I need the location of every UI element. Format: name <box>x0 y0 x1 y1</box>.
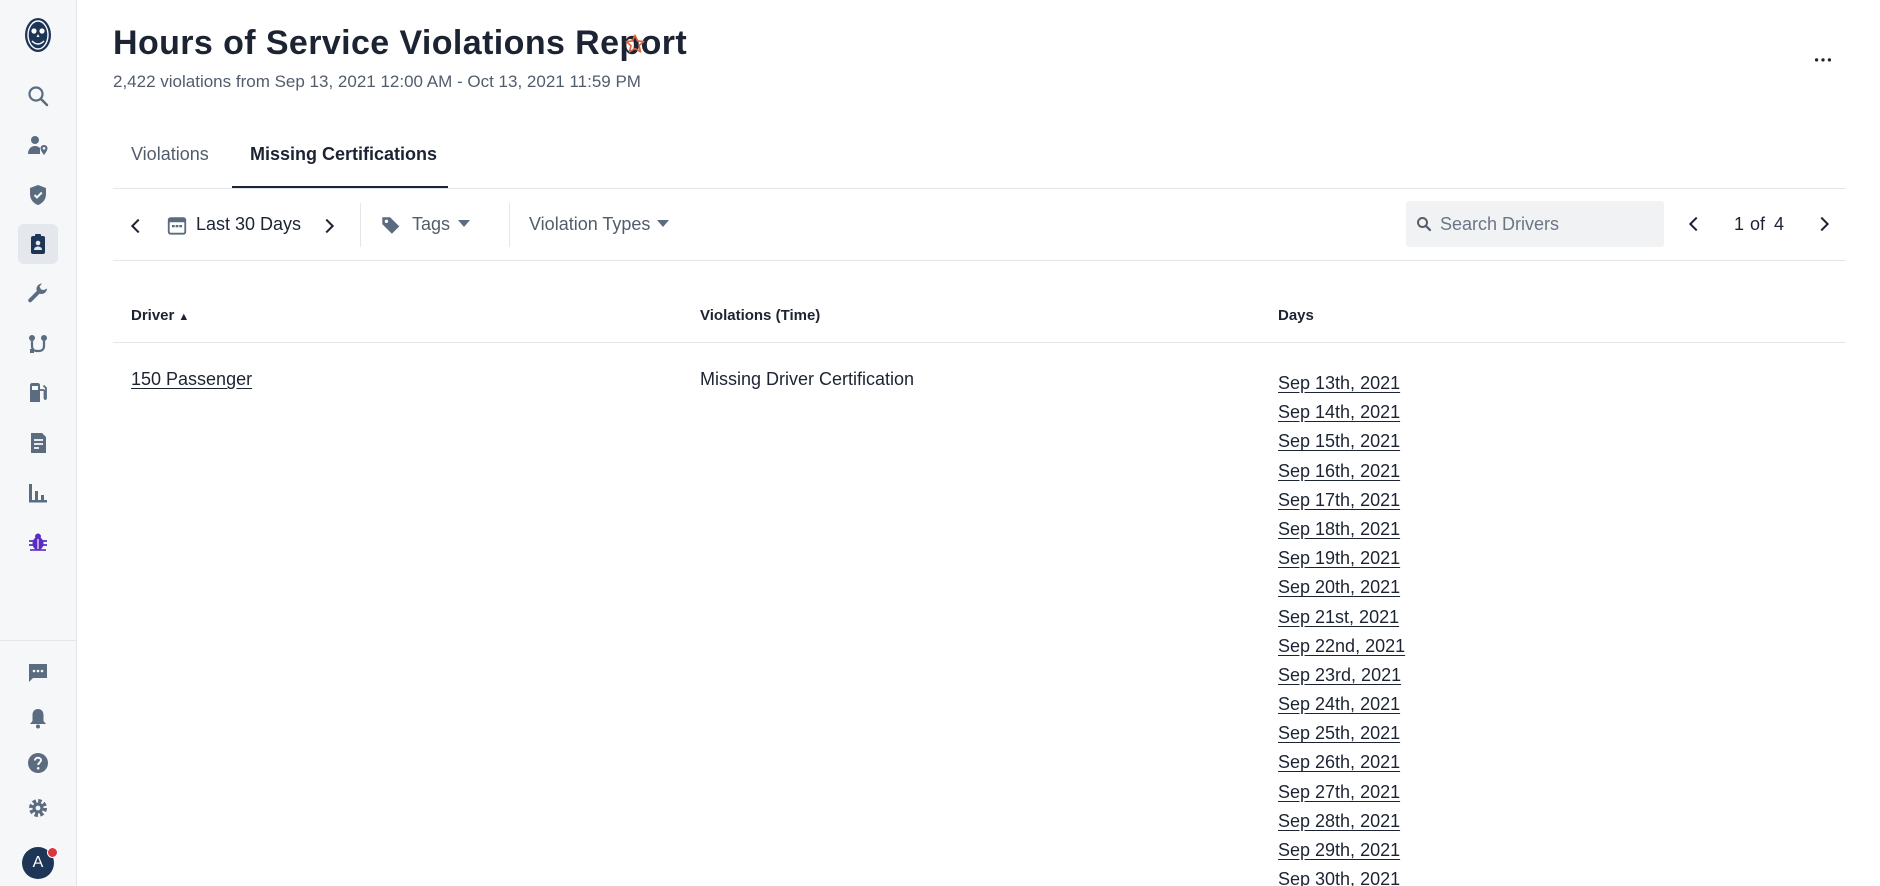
caret-down-icon[interactable] <box>458 220 470 228</box>
sidebar-item-fuel[interactable] <box>18 373 58 413</box>
document-icon <box>31 433 46 453</box>
day-link[interactable]: Sep 15th, 2021 <box>1278 427 1405 456</box>
next-page-icon[interactable] <box>1813 213 1835 235</box>
shield-check-icon <box>30 185 46 205</box>
sidebar-item-compliance[interactable] <box>18 224 58 264</box>
chat-icon <box>29 664 47 682</box>
tag-icon <box>382 217 400 234</box>
gear-icon <box>29 799 47 817</box>
day-link[interactable]: Sep 20th, 2021 <box>1278 573 1405 602</box>
tab-missing-certifications[interactable]: Missing Certifications <box>250 144 437 165</box>
previous-page-icon[interactable] <box>1683 213 1705 235</box>
day-link[interactable]: Sep 30th, 2021 <box>1278 865 1405 886</box>
day-link[interactable]: Sep 23rd, 2021 <box>1278 661 1405 690</box>
search-icon <box>1417 217 1432 232</box>
help-icon <box>28 753 48 773</box>
driver-link[interactable]: 150 Passenger <box>131 369 252 390</box>
sidebar-item-debug[interactable] <box>18 522 58 562</box>
violation-type: Missing Driver Certification <box>700 369 915 389</box>
day-link[interactable]: Sep 18th, 2021 <box>1278 515 1405 544</box>
day-link[interactable]: Sep 19th, 2021 <box>1278 544 1405 573</box>
column-header-driver[interactable]: Driver ▲ <box>131 307 189 324</box>
more-options-icon[interactable] <box>1812 48 1834 70</box>
day-link[interactable]: Sep 29th, 2021 <box>1278 836 1405 865</box>
owl-logo-icon[interactable] <box>24 17 52 53</box>
clipboard-badge-icon <box>31 234 45 254</box>
sidebar-item-help[interactable] <box>18 743 58 783</box>
sidebar-item-safety[interactable] <box>18 175 58 215</box>
day-link[interactable]: Sep 24th, 2021 <box>1278 690 1405 719</box>
date-range-selector[interactable]: Last 30 Days <box>196 214 301 235</box>
column-header-label: Driver <box>131 307 175 324</box>
sidebar-item-documents[interactable] <box>18 423 58 463</box>
wrench-icon <box>28 283 47 303</box>
calendar-icon[interactable] <box>166 214 188 236</box>
sort-ascending-icon: ▲ <box>178 311 190 323</box>
column-header-violations-time[interactable]: Violations (Time) <box>700 307 820 324</box>
day-link[interactable]: Sep 22nd, 2021 <box>1278 632 1405 661</box>
day-link[interactable]: Sep 26th, 2021 <box>1278 748 1405 777</box>
sidebar-item-settings[interactable] <box>18 788 58 828</box>
day-link[interactable]: Sep 14th, 2021 <box>1278 398 1405 427</box>
page-of-label: of <box>1750 214 1766 234</box>
route-icon <box>29 335 47 353</box>
driver-location-icon <box>28 136 48 155</box>
violation-days-list: Sep 13th, 2021 Sep 14th, 2021 Sep 15th, … <box>1278 369 1405 886</box>
tabs-divider <box>113 188 1846 189</box>
page-title: Hours of Service Violations Report <box>113 24 688 62</box>
table-header-divider <box>113 342 1846 343</box>
tab-violations[interactable]: Violations <box>131 144 209 165</box>
chevron-right-icon[interactable] <box>318 215 340 237</box>
sidebar-item-maintenance[interactable] <box>18 274 58 314</box>
day-link[interactable]: Sep 16th, 2021 <box>1278 457 1405 486</box>
sidebar-item-search[interactable] <box>18 76 58 116</box>
day-link[interactable]: Sep 27th, 2021 <box>1278 778 1405 807</box>
sidebar-item-messages[interactable] <box>18 653 58 693</box>
search-icon <box>28 86 49 107</box>
report-subtitle: 2,422 violations from Sep 13, 2021 12:00… <box>113 72 641 91</box>
page-current: 1 <box>1734 214 1745 234</box>
toolbar-divider-bottom <box>113 260 1846 261</box>
sidebar: A <box>0 0 77 886</box>
sidebar-item-routes[interactable] <box>18 324 58 364</box>
day-link[interactable]: Sep 28th, 2021 <box>1278 807 1405 836</box>
bell-icon <box>30 709 46 729</box>
day-link[interactable]: Sep 13th, 2021 <box>1278 369 1405 398</box>
caret-down-icon[interactable] <box>657 220 669 228</box>
search-drivers-input[interactable] <box>1440 206 1656 242</box>
day-link[interactable]: Sep 21st, 2021 <box>1278 603 1405 632</box>
toolbar-divider <box>360 203 361 247</box>
avatar-initial: A <box>32 854 44 871</box>
star-icon[interactable] <box>624 33 646 55</box>
toolbar-divider <box>509 203 510 247</box>
violation-types-filter[interactable]: Violation Types <box>529 214 650 235</box>
day-link[interactable]: Sep 25th, 2021 <box>1278 719 1405 748</box>
bug-icon <box>29 533 47 551</box>
sidebar-item-reports[interactable] <box>18 473 58 513</box>
sidebar-item-drivers[interactable] <box>18 125 58 165</box>
fuel-icon <box>30 383 47 402</box>
sidebar-item-alerts[interactable] <box>18 698 58 738</box>
tags-filter[interactable]: Tags <box>412 214 450 235</box>
notification-dot <box>47 847 58 858</box>
chevron-left-icon[interactable] <box>125 215 147 237</box>
column-header-days[interactable]: Days <box>1278 307 1314 324</box>
sidebar-divider <box>0 640 77 641</box>
day-link[interactable]: Sep 17th, 2021 <box>1278 486 1405 515</box>
page-total: 4 <box>1774 214 1785 234</box>
bar-chart-icon <box>29 484 47 503</box>
